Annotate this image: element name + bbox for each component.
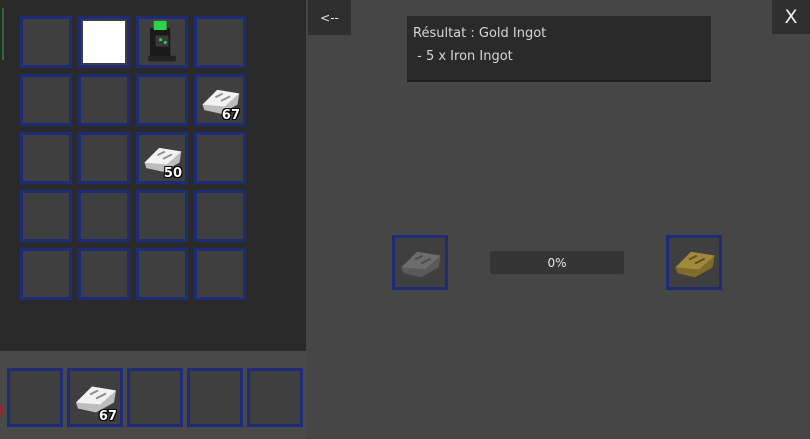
back-button[interactable]: <-- [308, 0, 351, 35]
result-title: Résultat : Gold Ingot [413, 26, 547, 41]
inventory-slot[interactable] [194, 248, 246, 300]
inventory-slot[interactable] [136, 16, 188, 68]
inventory-slot[interactable] [78, 74, 130, 126]
result-ingredient: - 5 x Iron Ingot [413, 49, 513, 64]
inventory-slot[interactable] [194, 16, 246, 68]
machine-icon [148, 20, 176, 62]
close-button[interactable]: X [772, 0, 810, 34]
inventory-slot[interactable] [194, 132, 246, 184]
craft-output-slot[interactable] [666, 235, 722, 290]
hotbar-slot[interactable] [127, 368, 183, 427]
inventory-slot[interactable] [78, 132, 130, 184]
hotbar-marker [0, 405, 3, 415]
hotbar-slot[interactable]: 67 [67, 368, 123, 427]
white-block-icon [83, 21, 125, 63]
craft-progress-label: 0% [547, 255, 567, 270]
hotbar-slot[interactable] [7, 368, 63, 427]
inventory-slot[interactable] [78, 190, 130, 242]
hotbar-slot[interactable] [247, 368, 303, 427]
inventory-slot[interactable] [136, 248, 188, 300]
inventory-slot[interactable] [194, 190, 246, 242]
item-quantity: 67 [98, 409, 117, 424]
craft-progress-bar: 0% [490, 251, 624, 274]
inventory-slot[interactable]: 50 [136, 132, 188, 184]
hotbar-slot[interactable] [187, 368, 243, 427]
inventory-edge-accent [2, 8, 4, 60]
inventory-slot[interactable] [20, 74, 72, 126]
inventory-slot[interactable] [78, 16, 130, 68]
inventory-slot[interactable] [20, 132, 72, 184]
inventory-slot[interactable] [20, 16, 72, 68]
inventory-slot[interactable] [20, 248, 72, 300]
item-quantity: 67 [221, 108, 240, 123]
ingot-icon [401, 251, 441, 278]
inventory-slot[interactable] [136, 74, 188, 126]
item-quantity: 50 [163, 166, 182, 181]
inventory-slot[interactable] [20, 190, 72, 242]
inventory-slot[interactable]: 67 [194, 74, 246, 126]
inventory-slot[interactable] [78, 248, 130, 300]
craft-input-slot[interactable] [392, 235, 448, 290]
result-panel: Résultat : Gold Ingot - 5 x Iron Ingot [407, 16, 711, 82]
inventory-slot[interactable] [136, 190, 188, 242]
ingot-icon [675, 251, 715, 278]
